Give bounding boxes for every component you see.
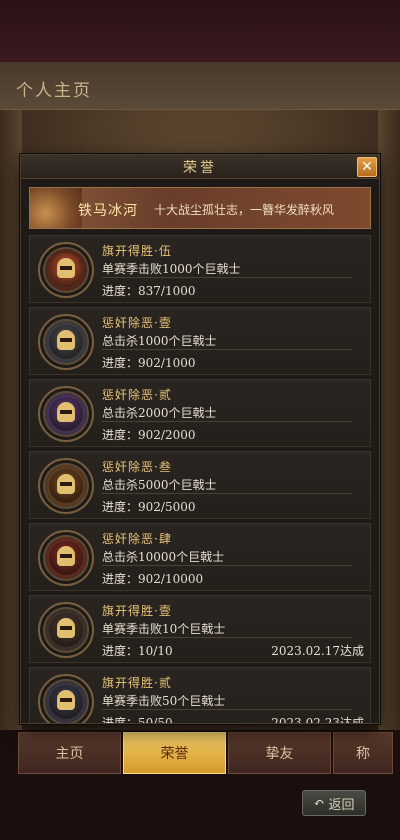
helmet-visor — [60, 266, 72, 270]
achievement-title: 惩奸除恶·肆 — [102, 532, 172, 546]
achievement-date: 2023.02.23达成 — [271, 716, 364, 723]
achievement-medal-icon — [38, 602, 94, 658]
helmet-visor — [60, 482, 72, 486]
achievement-medal-icon — [38, 530, 94, 586]
return-arrow-icon: ↶ — [313, 795, 325, 811]
title-banner: 铁马冰河 十大战尘孤壮志，一簪华发醉秋风 — [29, 187, 371, 229]
tab-honor[interactable]: 荣誉 — [123, 732, 226, 774]
divider — [102, 565, 352, 566]
helmet-visor — [60, 410, 72, 414]
achievement-card[interactable]: 旗开得胜·壹单赛季击败10个巨戟士 进度：10/10 2023.02.17达成 — [29, 595, 371, 663]
achievement-date: 2023.02.17达成 — [271, 644, 364, 658]
achievement-title: 旗开得胜·贰 — [102, 676, 172, 690]
achievement-medal-icon — [38, 314, 94, 370]
divider — [102, 277, 352, 278]
divider — [102, 637, 352, 638]
achievement-progress: 进度：902/10000 — [102, 572, 204, 586]
achievement-description: 总击杀10000个巨戟士 — [102, 550, 225, 564]
tab-bar: 主页 荣誉 挚友 称 — [18, 732, 400, 774]
achievement-progress: 进度：50/50 — [102, 716, 173, 723]
achievement-card[interactable]: 惩奸除恶·肆总击杀10000个巨戟士 进度：902/10000 — [29, 523, 371, 591]
tab-titles[interactable]: 称 — [333, 732, 393, 774]
honor-modal: 荣誉 ✕ 铁马冰河 十大战尘孤壮志，一簪华发醉秋风 旗开得胜·伍单赛季击败100… — [20, 154, 380, 724]
achievement-progress: 进度：10/10 — [102, 644, 173, 658]
modal-title: 荣誉 — [183, 159, 217, 176]
helmet-visor — [60, 554, 72, 558]
achievement-progress: 进度：902/2000 — [102, 428, 196, 442]
helmet-visor — [60, 626, 72, 630]
achievement-description: 单赛季击败10个巨戟士 — [102, 622, 226, 636]
background-frame-right — [378, 110, 400, 730]
achievement-title: 旗开得胜·壹 — [102, 604, 172, 618]
banner-title-name: 铁马冰河 — [78, 203, 138, 219]
close-icon: ✕ — [361, 159, 373, 175]
achievement-description: 单赛季击败50个巨戟士 — [102, 694, 226, 708]
achievement-description: 总击杀1000个巨戟士 — [102, 334, 217, 348]
banner-quote: 十大战尘孤壮志，一簪华发醉秋风 — [154, 203, 335, 217]
achievement-medal-icon — [38, 242, 94, 298]
tab-home[interactable]: 主页 — [18, 732, 121, 774]
achievement-title: 惩奸除恶·贰 — [102, 388, 172, 402]
tab-friends[interactable]: 挚友 — [228, 732, 331, 774]
helmet-visor — [60, 338, 72, 342]
achievement-title: 旗开得胜·伍 — [102, 244, 172, 258]
achievement-medal-icon — [38, 386, 94, 442]
back-button[interactable]: ↶ 返回 — [302, 790, 366, 816]
achievement-progress: 进度：837/1000 — [102, 284, 196, 298]
modal-header: 荣誉 — [21, 155, 379, 179]
page-title: 个人主页 — [16, 81, 92, 101]
close-button[interactable]: ✕ — [357, 157, 377, 177]
divider — [102, 349, 352, 350]
achievement-progress: 进度：902/1000 — [102, 356, 196, 370]
achievement-description: 总击杀5000个巨戟士 — [102, 478, 217, 492]
achievement-card[interactable]: 惩奸除恶·壹总击杀1000个巨戟士 进度：902/1000 — [29, 307, 371, 375]
achievement-medal-icon — [38, 458, 94, 514]
banner-art — [30, 188, 82, 228]
divider — [102, 709, 352, 710]
back-button-label: 返回 — [328, 797, 355, 813]
helmet-visor — [60, 698, 72, 702]
achievement-description: 单赛季击败1000个巨戟士 — [102, 262, 241, 276]
achievement-title: 惩奸除恶·壹 — [102, 316, 172, 330]
background-top — [0, 0, 400, 62]
achievement-medal-icon — [38, 674, 94, 723]
divider — [102, 421, 352, 422]
achievement-card[interactable]: 惩奸除恶·叁总击杀5000个巨戟士 进度：902/5000 — [29, 451, 371, 519]
achievement-card[interactable]: 旗开得胜·贰单赛季击败50个巨戟士进度：50/50 2023.02.23达成 — [29, 667, 371, 723]
achievement-title: 惩奸除恶·叁 — [102, 460, 172, 474]
achievement-progress: 进度：902/5000 — [102, 500, 196, 514]
achievement-card[interactable]: 旗开得胜·伍单赛季击败1000个巨戟士 进度：837/1000 — [29, 235, 371, 303]
achievement-list[interactable]: 旗开得胜·伍 单赛季击败1000个巨戟士 进度：837/1000 惩奸除恶·壹 总击杀1… — [29, 235, 371, 723]
achievement-description: 总击杀2000个巨戟士 — [102, 406, 217, 420]
divider — [102, 493, 352, 494]
background-frame-left — [0, 110, 22, 730]
achievement-card[interactable]: 惩奸除恶·贰总击杀2000个巨戟士 进度：902/2000 — [29, 379, 371, 447]
